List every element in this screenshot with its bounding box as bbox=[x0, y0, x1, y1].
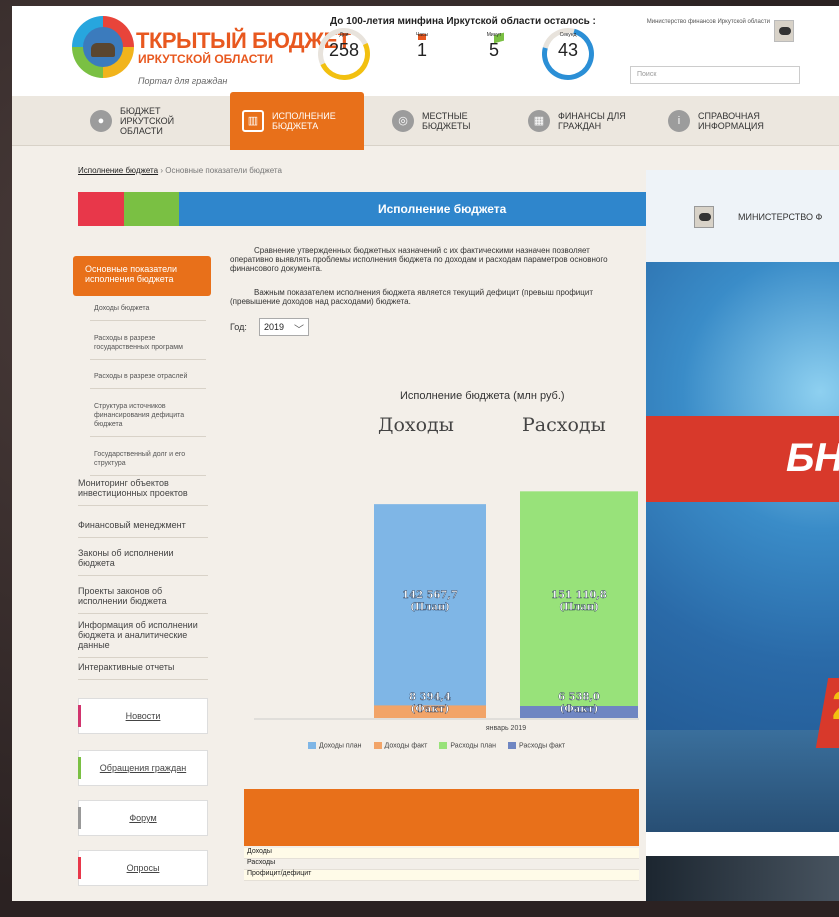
legend-item[interactable]: Расходы план bbox=[439, 742, 496, 749]
site-header: ТКРЫТЫЙ БЮДЖЕТ ИРКУТСКОЙ ОБЛАСТИ Портал … bbox=[12, 6, 839, 96]
chart-icon: ▥ bbox=[242, 110, 264, 132]
countdown-title: До 100-летия минфина Иркутской области о… bbox=[330, 16, 596, 27]
data-label-fact-tag: (Факт) bbox=[411, 704, 450, 715]
sidebar-subitem-debt[interactable]: Государственный долг и его структура bbox=[90, 450, 206, 476]
map-pin-icon: ◎ bbox=[392, 110, 414, 132]
sidebar-item-main-indicators[interactable]: Основные показатели исполнения бюджета bbox=[73, 256, 211, 296]
search-input[interactable]: Поиск bbox=[630, 66, 800, 84]
logo-subtitle: ИРКУТСКОЙ ОБЛАСТИ bbox=[138, 52, 274, 66]
nav-item-execution[interactable]: ▥ ИСПОЛНЕНИЕ БЮДЖЕТА bbox=[230, 92, 364, 150]
chart-legend: Доходы план Доходы факт Расходы план Рас… bbox=[308, 742, 565, 749]
year-select[interactable]: 2019 ﹀ bbox=[259, 318, 309, 336]
summary-table-header bbox=[244, 789, 639, 846]
coat-of-arms-icon bbox=[774, 20, 794, 42]
main-nav: ● БЮДЖЕТ ИРКУТСКОЙ ОБЛАСТИ ▥ ИСПОЛНЕНИЕ … bbox=[12, 92, 839, 150]
legend-item[interactable]: Расходы факт bbox=[508, 742, 565, 749]
sidebar-subitem-revenue[interactable]: Доходы бюджета bbox=[90, 304, 206, 321]
countdown-minutes: Минут 5 bbox=[486, 32, 502, 60]
data-label-fact: 6 538,0 bbox=[558, 692, 600, 703]
legend-item[interactable]: Доходы факт bbox=[373, 742, 427, 749]
data-label-plan: 151 110,8 bbox=[551, 590, 607, 601]
logo-tagline: Портал для граждан bbox=[138, 76, 228, 86]
overlay-number-text: 2 bbox=[832, 684, 839, 729]
money-icon: ▦ bbox=[528, 110, 550, 132]
countdown-days: Дни 258 bbox=[328, 32, 360, 60]
table-row: Доходы bbox=[244, 848, 639, 859]
breadcrumb: Исполнение бюджета › Основные показатели… bbox=[78, 166, 282, 175]
data-label-fact-tag: (Факт) bbox=[560, 704, 599, 715]
table-row: Профицит/дефицит bbox=[244, 870, 639, 881]
nav-item-reference[interactable]: i СПРАВОЧНАЯ ИНФОРМАЦИЯ bbox=[668, 96, 778, 146]
intro-paragraph: Сравнение утвержденных бюджетных назначе… bbox=[230, 246, 608, 273]
overlay-ministry-label: МИНИСТЕРСТВО Ф bbox=[738, 212, 823, 222]
banner-title: Исполнение бюджета bbox=[378, 202, 507, 216]
overlay-bottom-image bbox=[646, 856, 839, 901]
x-axis-label: январь 2019 bbox=[486, 725, 526, 732]
overlay-big-text: БН bbox=[786, 436, 839, 480]
news-button[interactable]: Новости bbox=[78, 698, 208, 734]
sidebar-item-draft-laws[interactable]: Проекты законов об исполнении бюджета bbox=[78, 586, 208, 614]
breadcrumb-current: Основные показатели бюджета bbox=[165, 166, 282, 175]
data-label-plan-tag: (План) bbox=[559, 602, 599, 613]
deficit-paragraph: Важным показателем исполнения бюджета яв… bbox=[230, 288, 593, 306]
overlay-document-window[interactable]: МИНИСТЕРСТВО Ф БН 2 bbox=[646, 170, 839, 901]
forum-button[interactable]: Форум bbox=[78, 800, 208, 836]
table-row: Расходы bbox=[244, 859, 639, 870]
sidebar-item-fin-management[interactable]: Финансовый менеджмент bbox=[78, 520, 208, 538]
countdown-hours: Часы 1 bbox=[415, 32, 429, 60]
sidebar-subitem-sectors[interactable]: Расходы в разрезе отраслей bbox=[90, 372, 206, 389]
sidebar-subitem-deficit-sources[interactable]: Структура источников финансирования дефи… bbox=[90, 402, 206, 437]
section-banner: Исполнение бюджета bbox=[78, 192, 648, 226]
countdown-seconds: Секунд 43 bbox=[557, 32, 579, 60]
nav-item-budget[interactable]: ● БЮДЖЕТ ИРКУТСКОЙ ОБЛАСТИ bbox=[90, 96, 210, 146]
sidebar-item-information[interactable]: Информация об исполнении бюджета и анали… bbox=[78, 620, 208, 658]
sidebar-subitem-programs[interactable]: Расходы в разрезе государственных програ… bbox=[90, 334, 206, 360]
browser-page: ТКРЫТЫЙ БЮДЖЕТ ИРКУТСКОЙ ОБЛАСТИ Портал … bbox=[12, 6, 839, 901]
data-label-plan: 142 567,7 bbox=[402, 590, 458, 601]
breadcrumb-link[interactable]: Исполнение бюджета bbox=[78, 166, 158, 175]
logo-icon[interactable] bbox=[72, 16, 134, 78]
budget-chart: 142 567,7(План)8 394,4(Факт)151 110,8(Пл… bbox=[254, 491, 639, 732]
chevron-down-icon: ﹀ bbox=[294, 325, 304, 336]
year-label: Год: bbox=[230, 322, 247, 332]
coat-of-arms-icon bbox=[694, 206, 714, 228]
sidebar-item-laws[interactable]: Законы об исполнении бюджета bbox=[78, 548, 208, 576]
chart-title: Исполнение бюджета (млн руб.) bbox=[400, 390, 565, 402]
chart-group-label-revenue: Доходы bbox=[378, 414, 454, 436]
piggy-bank-icon: ● bbox=[90, 110, 112, 132]
sidebar-item-interactive-reports[interactable]: Интерактивные отчеты bbox=[78, 662, 208, 680]
data-label-plan-tag: (План) bbox=[410, 602, 450, 613]
appeals-button[interactable]: Обращения граждан bbox=[78, 750, 208, 786]
polls-button[interactable]: Опросы bbox=[78, 850, 208, 886]
ministry-name[interactable]: Министерство финансов Иркутской области bbox=[644, 18, 770, 26]
data-label-fact: 8 394,4 bbox=[409, 692, 451, 703]
chart-group-label-expenses: Расходы bbox=[522, 414, 606, 436]
nav-item-finance-citizens[interactable]: ▦ ФИНАНСЫ ДЛЯ ГРАЖДАН bbox=[528, 96, 638, 146]
nav-item-local-budgets[interactable]: ◎ МЕСТНЫЕ БЮДЖЕТЫ bbox=[392, 96, 482, 146]
sidebar-item-monitoring[interactable]: Мониторинг объектов инвестиционных проек… bbox=[78, 478, 208, 506]
info-icon: i bbox=[668, 110, 690, 132]
legend-item[interactable]: Доходы план bbox=[308, 742, 362, 749]
